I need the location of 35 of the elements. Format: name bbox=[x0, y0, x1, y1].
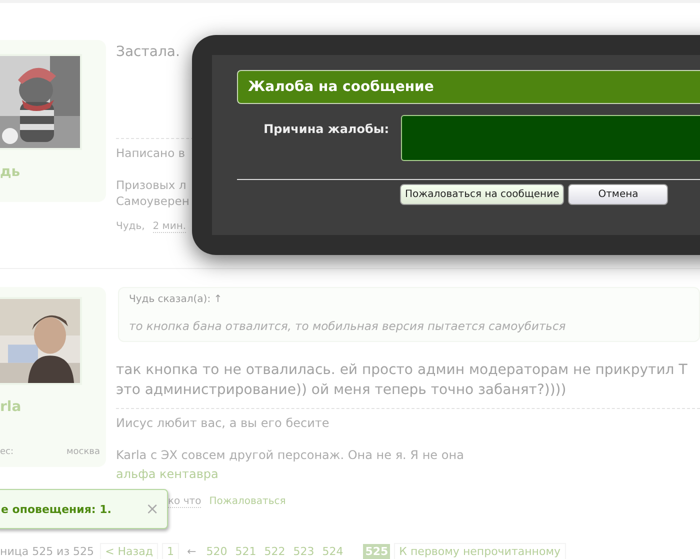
signature-text: Karla с ЭХ совсем другой персонаж. Она не я. Я не она bbox=[116, 447, 464, 463]
post-action-link[interactable]: Пожаловаться bbox=[209, 496, 286, 508]
signature-text: Иисус любит вас, а вы его бесите bbox=[116, 415, 330, 431]
page-gap-arrow: ← bbox=[186, 545, 196, 558]
post-author[interactable]: Чудь, bbox=[116, 221, 145, 233]
page-info: ница 525 из 525 bbox=[0, 545, 94, 558]
page-link[interactable]: 520 bbox=[204, 544, 230, 559]
username[interactable]: rla bbox=[0, 399, 106, 415]
post-date[interactable]: 2 мин. bbox=[152, 221, 186, 233]
first-unread-link[interactable]: К первому непрочитанному bbox=[394, 543, 566, 559]
page-link[interactable]: 522 bbox=[262, 544, 288, 559]
reason-field[interactable] bbox=[401, 115, 700, 161]
close-button[interactable]: × bbox=[146, 501, 159, 517]
signature-text: Написано в bbox=[116, 145, 186, 161]
field-label: Причина жалобы: bbox=[262, 121, 389, 138]
location-label: ес: bbox=[0, 447, 14, 457]
dialog-title: Жалоба на сообщение bbox=[248, 79, 434, 95]
quote-author[interactable]: Чудь сказал(а): ↑ bbox=[129, 294, 689, 305]
signature-link[interactable]: альфа кентавра bbox=[116, 467, 218, 481]
username[interactable]: дь bbox=[0, 164, 106, 180]
message-text: Застала. bbox=[116, 43, 180, 62]
cancel-button[interactable]: Отмена bbox=[568, 184, 668, 205]
message-text: это администрирование)) ой меня теперь точно забанят?)))) bbox=[116, 381, 566, 400]
page-link[interactable]: 523 bbox=[291, 544, 316, 559]
quote-text: то кнопка бана отвалится, то мобильная версия пытается самоубиться bbox=[129, 319, 567, 333]
page-link[interactable]: 525 bbox=[363, 544, 390, 559]
previous-page-link[interactable]: < Назад bbox=[100, 543, 158, 559]
message-text: так кнопка то не отвалилась. ей просто админ модераторам не прикрутил Т bbox=[116, 361, 688, 380]
location-value: москва bbox=[66, 447, 100, 457]
notification-text: е оповещения: 1. bbox=[1, 502, 112, 516]
page-link[interactable]: 521 bbox=[233, 544, 258, 559]
page-link[interactable]: 1 bbox=[162, 543, 179, 559]
page-link[interactable]: 524 bbox=[320, 544, 346, 559]
report-button[interactable]: Пожаловаться на сообщение bbox=[400, 184, 564, 205]
signature-text: Призовых л Самоуверен bbox=[116, 177, 190, 209]
